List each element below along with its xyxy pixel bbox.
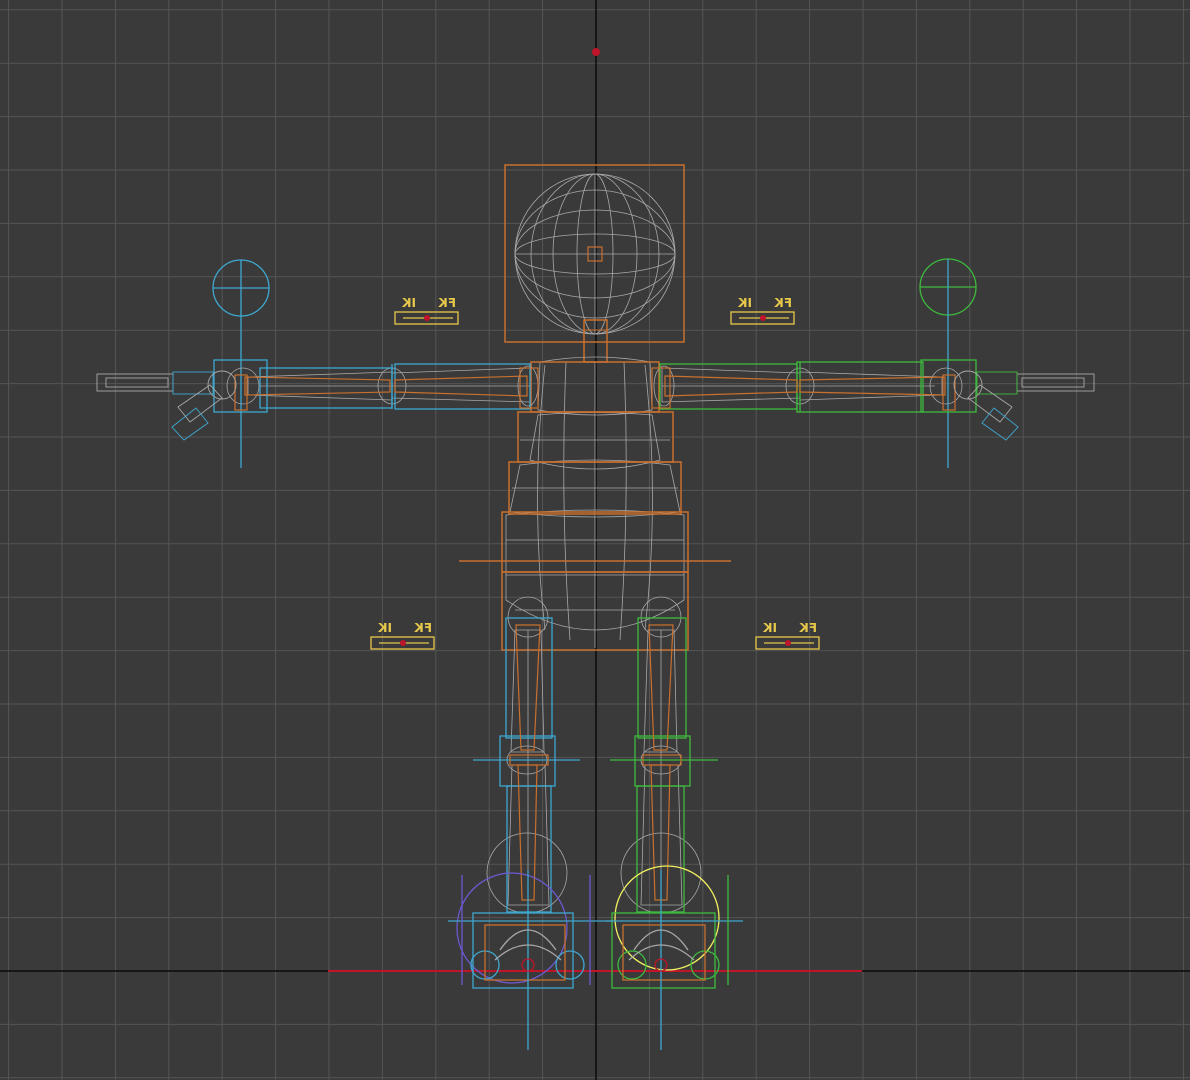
- ikfk-switch-arm-left-fk-label: FK: [774, 296, 792, 310]
- ikfk-switch-arm-right-ik-label: IK: [402, 296, 416, 310]
- ikfk-switch-arm-left-ik-label: IK: [738, 296, 752, 310]
- ikfk-switch-leg-left-ik-label: IK: [763, 621, 777, 635]
- viewport-3d[interactable]: FK IK FK IK FK IK FK IK: [0, 0, 1190, 1080]
- ikfk-switch-leg-right-ik-label: IK: [378, 621, 392, 635]
- ikfk-switch-leg-left-fk-label: FK: [799, 621, 817, 635]
- ikfk-switch-arm-left-knob[interactable]: [760, 315, 766, 321]
- ikfk-switch-leg-right-fk-label: FK: [414, 621, 432, 635]
- pivot-marker: [592, 48, 600, 56]
- ikfk-switch-leg-right-knob[interactable]: [400, 640, 406, 646]
- ikfk-switch-arm-right-knob[interactable]: [424, 315, 430, 321]
- ikfk-switch-leg-left-knob[interactable]: [785, 640, 791, 646]
- ikfk-switch-arm-right-fk-label: FK: [438, 296, 456, 310]
